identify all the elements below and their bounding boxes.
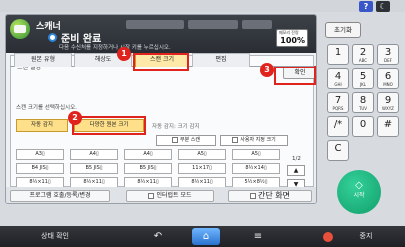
- help-button[interactable]: ?: [359, 1, 373, 12]
- key-0-main: 0: [359, 119, 367, 130]
- size-cell[interactable]: B4 JIS▯: [16, 163, 64, 174]
- step-badge-1: 1: [117, 47, 131, 61]
- key-6-sub: MNO: [383, 82, 393, 87]
- custom-size-label: 사용자 지정 크기: [240, 137, 276, 143]
- header-field: [126, 20, 184, 29]
- key-9[interactable]: 9 WXYZ: [377, 92, 399, 113]
- home-icon[interactable]: ⌂: [192, 228, 220, 245]
- checkbox-icon: [172, 136, 178, 143]
- size-instruction: 스캔 크기를 선택하십시오.: [16, 105, 77, 111]
- key-7-sub: PQRS: [332, 106, 344, 111]
- key-5-main: 5: [359, 71, 367, 82]
- key-4-main: 4: [334, 71, 342, 82]
- scanner-app-icon: [10, 19, 30, 39]
- program-button[interactable]: 프로그램 호출/등록/변경: [10, 190, 110, 202]
- tab-highlight-box: [133, 53, 189, 71]
- tab-original-type[interactable]: 원본 유형: [14, 53, 72, 67]
- memory-label: 메모리 잔량: [279, 30, 299, 35]
- key-3-sub: DEF: [384, 58, 392, 63]
- key-3-main: 3: [384, 47, 392, 58]
- system-top-bar: ? ☾: [0, 0, 405, 12]
- key-8-main: 8: [359, 95, 367, 106]
- screen-bottom-bar: 프로그램 호출/등록/변경 인터럽트 모드 간단 화면: [6, 187, 316, 203]
- key-7[interactable]: 7 PQRS: [327, 92, 349, 113]
- mixed-sizes-highlight-box: [72, 116, 146, 135]
- key-9-main: 9: [384, 95, 392, 106]
- simple-screen-label: 간단 화면: [258, 191, 290, 200]
- size-cell[interactable]: B5 JIS▯: [124, 163, 172, 174]
- footer-bar: 상태 확인 ↶ ⌂ ≡ 중지: [0, 226, 405, 247]
- auto-detect-button[interactable]: 자동 감지: [16, 119, 68, 132]
- size-cell[interactable]: A5▯: [178, 149, 226, 160]
- size-cell[interactable]: A4▯: [70, 149, 118, 160]
- status-message: 다음 수신처를 지정하거나 시작 키를 누르십시오.: [59, 45, 171, 51]
- key-clear[interactable]: C: [327, 140, 349, 161]
- ready-status-icon: [48, 33, 57, 42]
- interrupt-mode-button[interactable]: 인터럽트 모드: [126, 190, 214, 202]
- stop-button[interactable]: 중지: [346, 230, 386, 243]
- memory-indicator: 메모리 잔량 100%: [276, 29, 308, 47]
- reset-button[interactable]: 초기화: [325, 22, 361, 38]
- key-6[interactable]: 6 MNO: [377, 68, 399, 89]
- key-0[interactable]: 0: [352, 116, 374, 137]
- size-cell[interactable]: A5▯: [232, 149, 280, 160]
- key-1[interactable]: 1: [327, 44, 349, 65]
- custom-size-button[interactable]: 사용자 지정 크기: [220, 135, 288, 146]
- key-8-sub: TUV: [358, 106, 368, 111]
- key-5[interactable]: 5 JKL: [352, 68, 374, 89]
- key-hash-main: #: [383, 119, 393, 130]
- start-icon: ◇: [355, 180, 363, 191]
- keypad-panel: 초기화 1 2 ABC 3 DEF 4 GHI 5 JKL 6 MNO 7 PQRS 8 TU…: [321, 14, 405, 224]
- checkbox-icon: [232, 136, 239, 143]
- key-1-main: 1: [334, 47, 342, 58]
- app-header: 스캐너 준비 완료 다음 수신처를 지정하거나 시작 키를 누르십시오. 메모리…: [6, 15, 316, 53]
- partial-scan-button[interactable]: 부분 스캔: [156, 135, 216, 146]
- key-4[interactable]: 4 GHI: [327, 68, 349, 89]
- stop-icon[interactable]: [323, 232, 333, 242]
- key-2[interactable]: 2 ABC: [352, 44, 374, 65]
- key-4-sub: GHI: [334, 82, 342, 87]
- header-field: [242, 20, 272, 29]
- step-badge-3: 3: [260, 63, 274, 77]
- interrupt-mode-label: 인터럽트 모드: [156, 192, 192, 199]
- size-cell[interactable]: 11×17▯: [178, 163, 226, 174]
- back-icon[interactable]: ↶: [150, 230, 166, 243]
- memory-value: 100%: [280, 36, 305, 45]
- key-5-sub: JKL: [359, 82, 367, 87]
- key-2-main: 2: [359, 47, 367, 58]
- scanner-screen: 스캐너 준비 완료 다음 수신처를 지정하거나 시작 키를 누르십시오. 메모리…: [5, 14, 317, 204]
- step-badge-2: 2: [68, 111, 82, 125]
- status-check-button[interactable]: 상태 확인: [20, 230, 90, 243]
- checkbox-icon: [250, 192, 256, 199]
- menu-icon[interactable]: ≡: [250, 230, 266, 243]
- key-6-main: 6: [384, 71, 392, 82]
- app-title: 스캐너: [36, 22, 61, 32]
- key-slash-star[interactable]: /*: [327, 116, 349, 137]
- size-cell[interactable]: A4▯: [124, 149, 172, 160]
- simple-screen-button[interactable]: 간단 화면: [228, 190, 312, 202]
- sleep-button[interactable]: ☾: [376, 1, 390, 12]
- confirm-highlight-box: [274, 66, 316, 85]
- page-indicator: 1/2: [292, 156, 301, 162]
- key-clear-main: C: [334, 143, 342, 154]
- key-7-main: 7: [334, 95, 342, 106]
- tab-edit[interactable]: 편집: [192, 53, 250, 67]
- key-8[interactable]: 8 TUV: [352, 92, 374, 113]
- key-2-sub: ABC: [358, 58, 368, 63]
- header-field: [188, 20, 238, 29]
- key-3[interactable]: 3 DEF: [377, 44, 399, 65]
- partial-scan-label: 부분 스캔: [180, 137, 200, 143]
- size-cell[interactable]: A3▯: [16, 149, 64, 160]
- key-slash-star-main: /*: [333, 119, 343, 130]
- size-cell[interactable]: 8½×14▯: [232, 163, 280, 174]
- start-button[interactable]: ◇ 시작: [337, 170, 381, 214]
- auto-detect-note: 자동 감지: 크기 감지: [152, 124, 200, 130]
- checkbox-icon: [148, 192, 155, 199]
- size-cell[interactable]: B5 JIS▯: [70, 163, 118, 174]
- key-hash[interactable]: #: [377, 116, 399, 137]
- key-9-sub: WXYZ: [382, 106, 394, 111]
- scroll-up-button[interactable]: ▲: [287, 165, 305, 176]
- start-label: 시작: [353, 192, 365, 199]
